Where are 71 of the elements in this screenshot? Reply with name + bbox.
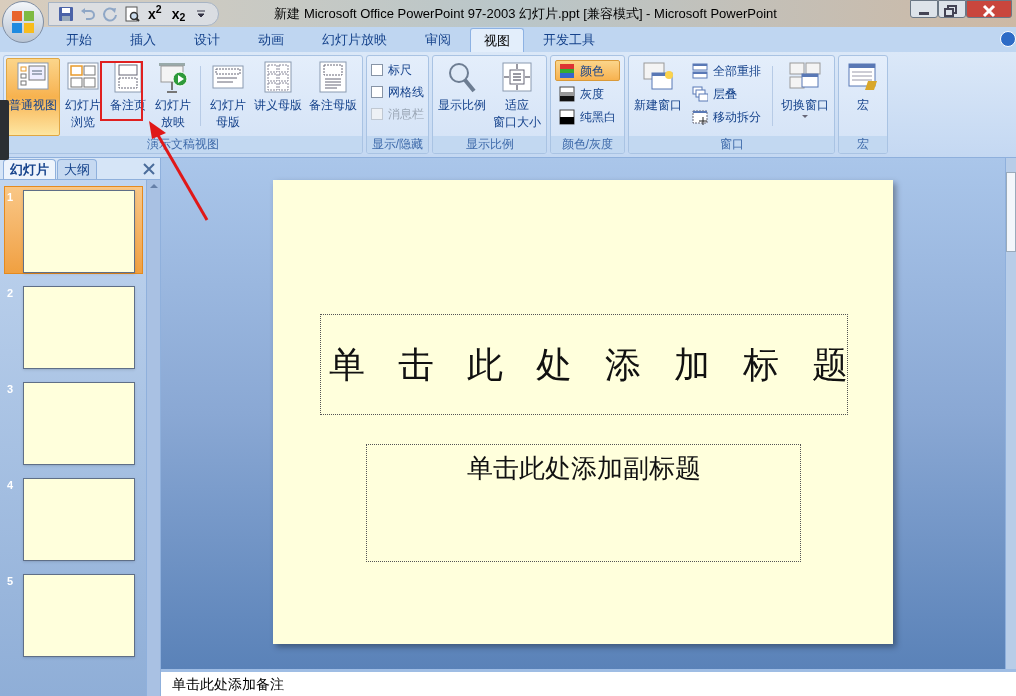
new-window-icon <box>642 61 674 93</box>
dropdown-caret-icon <box>801 114 809 119</box>
normal-view-icon <box>17 61 49 93</box>
ribbon-button[interactable]: 新建窗口 <box>631 58 685 136</box>
group-label: 颜色/灰度 <box>551 136 624 153</box>
close-icon[interactable] <box>966 0 1012 18</box>
color-swatch-icon <box>559 62 575 79</box>
ribbon-button[interactable]: 移动拆分 <box>688 106 765 127</box>
ribbon-button[interactable]: 灰度 <box>555 83 620 104</box>
save-icon[interactable] <box>57 4 75 23</box>
ribbon-button[interactable]: 幻灯片 浏览 <box>61 58 105 136</box>
group-label: 显示比例 <box>433 136 546 153</box>
notes-page-icon <box>112 61 144 93</box>
title-placeholder[interactable]: 单击此处添加标题 <box>320 314 848 415</box>
ribbon-button[interactable]: 幻灯片 母版 <box>206 58 250 136</box>
ribbon-tab[interactable]: 开始 <box>53 28 105 52</box>
group-label: 宏 <box>839 136 887 153</box>
ribbon-tab[interactable]: 审阅 <box>412 28 464 52</box>
pane-tab[interactable]: 大纲 <box>57 159 97 179</box>
side-gadget <box>0 100 9 160</box>
print-preview-icon[interactable] <box>123 4 141 23</box>
ribbon-button[interactable]: 适应 窗口大小 <box>490 58 544 136</box>
arrange-all-icon <box>692 62 708 79</box>
move-split-icon <box>692 108 708 125</box>
notes-field[interactable]: 单击此处添加备注 <box>161 669 1016 696</box>
script-button[interactable]: x$_{2}$ <box>168 6 189 21</box>
checkbox-label: 标尺 <box>388 62 412 79</box>
ribbon-tab[interactable]: 设计 <box>181 28 233 52</box>
ribbon-button[interactable]: 纯黑白 <box>555 106 620 127</box>
macro-icon <box>847 61 879 93</box>
office-logo-icon <box>10 9 36 35</box>
window-title: 新建 Microsoft Office PowerPoint 97-2003 幻灯片.ppt [兼容模式] - Microsoft PowerPoint <box>274 4 777 23</box>
scrollbar[interactable] <box>146 180 160 696</box>
ribbon-button[interactable]: 全部重排 <box>688 60 765 81</box>
restore-icon[interactable] <box>938 0 966 18</box>
checkbox[interactable] <box>371 64 383 76</box>
ribbon-tab[interactable]: 插入 <box>117 28 169 52</box>
scroll-up-icon[interactable] <box>148 183 159 189</box>
contrast-swatch-icon <box>559 108 575 125</box>
magnifier-icon <box>446 61 478 93</box>
close-icon[interactable] <box>142 162 156 176</box>
ribbon-button[interactable]: 讲义母版 <box>251 58 305 136</box>
subtitle-placeholder[interactable]: 单击此处添加副标题 <box>366 444 801 562</box>
ribbon-button[interactable]: 备注母版 <box>306 58 360 136</box>
checkbox-label: 消息栏 <box>388 106 424 123</box>
ribbon-tab[interactable]: 开发工具 <box>530 28 608 52</box>
ribbon-tab[interactable]: 视图 <box>470 28 524 52</box>
notes-master-icon <box>317 61 349 93</box>
pane-tab[interactable]: 幻灯片 <box>3 159 56 179</box>
minimize-icon[interactable] <box>910 0 938 18</box>
ribbon-button[interactable]: 普通视图 <box>6 58 60 136</box>
cascade-icon <box>692 85 708 102</box>
ribbon-button[interactable]: 显示比例 <box>435 58 489 136</box>
help-icon[interactable] <box>1000 31 1016 47</box>
projector-screen-icon <box>157 61 189 93</box>
slide-sorter-icon <box>67 61 99 93</box>
ribbon-tab[interactable]: 幻灯片放映 <box>309 28 400 52</box>
ribbon-button[interactable]: 颜色 <box>555 60 620 81</box>
ribbon-button[interactable]: 宏 <box>841 58 885 136</box>
group-label: 显示/隐藏 <box>367 136 428 153</box>
handout-master-icon <box>262 61 294 93</box>
checkbox-label: 网格线 <box>388 84 424 101</box>
fit-window-icon <box>501 61 533 93</box>
ribbon-button[interactable]: 层叠 <box>688 83 765 104</box>
ribbon-button[interactable]: 切换窗口 <box>778 58 832 136</box>
group-label: 窗口 <box>629 136 834 153</box>
checkbox[interactable] <box>371 86 383 98</box>
scrollbar[interactable] <box>1005 158 1016 669</box>
grayscale-swatch-icon <box>559 85 575 102</box>
script-button[interactable]: x$^{2}$ <box>145 6 165 21</box>
ribbon-tab[interactable]: 动画 <box>245 28 297 52</box>
